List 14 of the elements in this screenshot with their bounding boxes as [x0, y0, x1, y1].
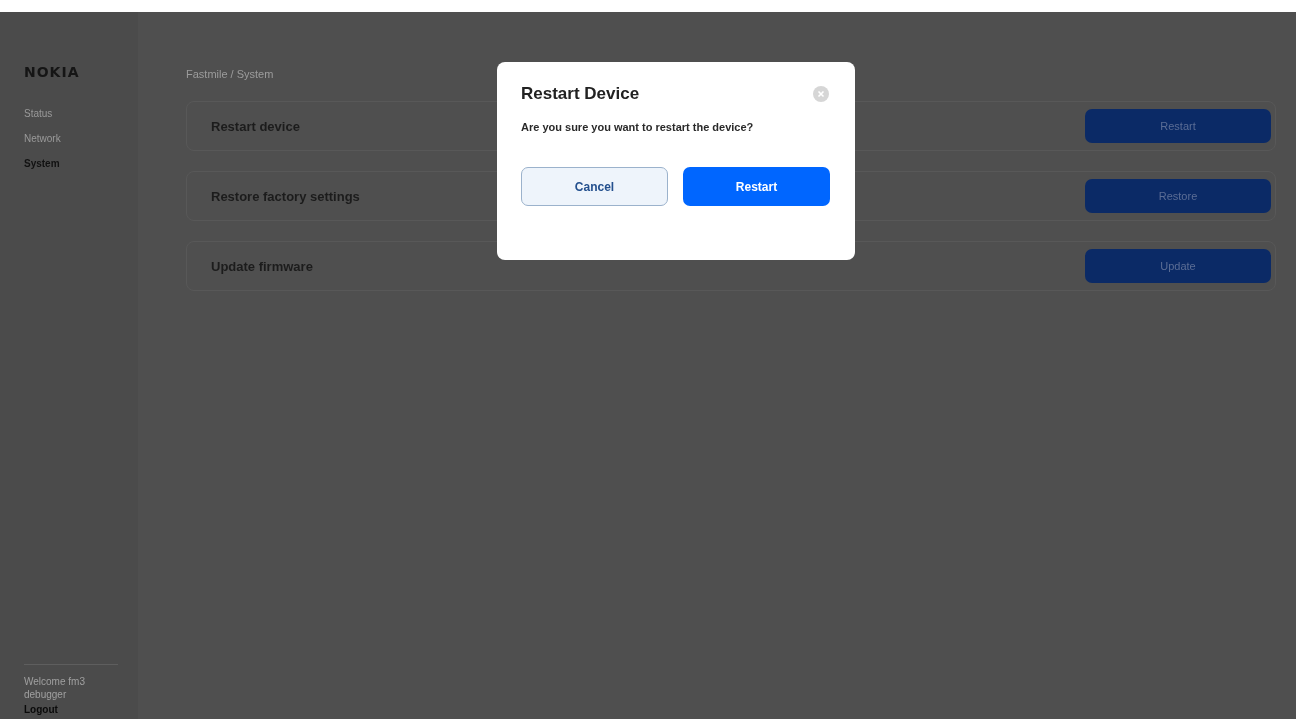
cancel-button[interactable]: Cancel — [521, 167, 668, 206]
sidebar-item[interactable]: System — [24, 158, 60, 169]
sidebar-item[interactable]: Status — [24, 108, 53, 119]
welcome-text: Welcome fm3 debugger — [24, 675, 86, 701]
logout-link[interactable]: Logout — [24, 704, 58, 715]
action-button[interactable]: Restore — [1085, 179, 1271, 213]
dialog-title: Restart Device — [521, 84, 640, 104]
action-button[interactable]: Update — [1085, 249, 1271, 283]
dialog-message: Are you sure you want to restart the device? — [521, 121, 755, 133]
breadcrumb: Fastmile / System — [186, 68, 275, 80]
sidebar-item[interactable]: Network — [24, 133, 61, 144]
close-icon[interactable] — [813, 86, 829, 102]
confirm-button[interactable]: Restart — [683, 167, 830, 206]
action-button[interactable]: Restart — [1085, 109, 1271, 143]
